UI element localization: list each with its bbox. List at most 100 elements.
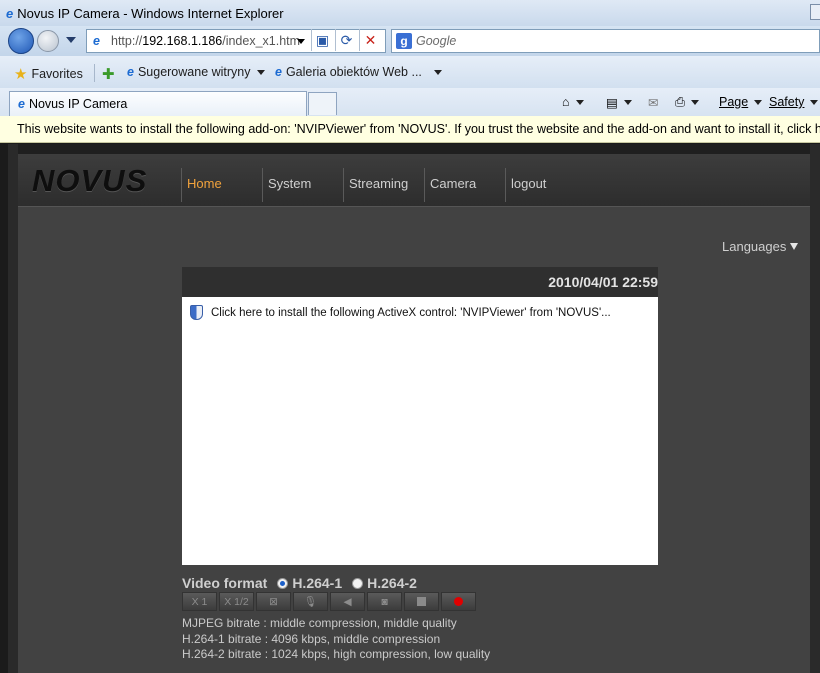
stop-icon [417,597,426,606]
chevron-down-icon [623,100,632,105]
url-scheme: http:// [111,34,143,48]
page-top-strip [8,144,820,154]
new-tab-button[interactable] [308,92,337,115]
window-control-button[interactable] [810,4,820,20]
zoom-x1-button[interactable]: X 1 [182,592,217,611]
tab-title: Novus IP Camera [28,97,128,111]
activex-install-prompt[interactable]: Click here to install the following Acti… [190,305,611,320]
video-format-label: Video format [182,575,268,591]
nav-divider [262,168,263,202]
favorite-item-suggested-sites[interactable]: e Sugerowane witryny [127,65,265,79]
stop-button[interactable]: ✕ [359,29,381,51]
google-icon: g [396,33,412,49]
address-dropdown-icon[interactable] [297,39,305,44]
ie-logo-icon: e [6,5,14,21]
favorite-label: Sugerowane witryny [137,65,251,79]
chevron-down-icon [691,100,700,105]
video-header: 2010/04/01 22:59 [182,267,658,297]
page-menu-label: Page [719,95,749,109]
shield-icon [190,305,203,320]
favorite-label: Galeria obiektów Web ... [285,65,422,79]
favorite-item-web-slice-gallery[interactable]: e Galeria obiektów Web ... [275,65,442,79]
fullscreen-icon: ⊠ [269,595,278,608]
window-titlebar: e Novus IP Camera - Windows Internet Exp… [0,0,820,26]
microphone-button[interactable]: 🎙︎ [293,592,328,611]
nav-divider [424,168,425,202]
chevron-down-icon [754,99,763,105]
record-icon [454,597,463,606]
format-label-h264-1: H.264-1 [292,575,343,591]
compatibility-view-button[interactable]: ▣ [311,29,333,51]
speaker-button[interactable]: ◀ [330,592,365,611]
languages-label: Languages [722,239,787,254]
bitrate-h264-2: H.264-2 bitrate : 1024 kbps, high compre… [182,647,491,661]
feeds-button[interactable]: ▤ [606,95,632,110]
snapshot-button[interactable]: ◙ [367,592,402,611]
tab-bar: e Novus IP Camera ⌂ ▤ ✉ ⎙ Page Safety [0,88,820,116]
safety-menu-button[interactable]: Safety [769,95,819,109]
nav-divider [181,168,182,202]
search-placeholder: Google [416,34,457,48]
ie-page-icon: e [275,65,282,79]
video-format-selector: Video format H.264-1 H.264-2 [182,575,417,591]
add-to-favorites-bar-button[interactable]: ✚ [102,65,119,83]
nav-streaming[interactable]: Streaming [349,176,408,191]
page-frame-left [8,144,18,673]
languages-dropdown[interactable]: Languages [722,239,799,254]
favorites-bar: ★ Favorites ✚ e Sugerowane witryny e Gal… [0,56,820,88]
video-controls: X 1 X 1/2 ⊠ 🎙︎ ◀ ◙ [182,592,476,611]
page-content: NOVUS Home System Streaming Camera logou… [8,144,820,673]
favorites-button[interactable]: ★ Favorites [14,65,83,83]
novus-logo: NOVUS [32,163,148,198]
information-bar[interactable]: This website wants to install the follow… [0,116,820,143]
address-toolbar: e http://192.168.1.186/index_x1.htm ▣ ⟳ … [0,26,820,56]
page-menu-button[interactable]: Page [719,95,763,109]
recent-pages-dropdown-icon[interactable] [66,37,76,43]
nav-divider [505,168,506,202]
page-icon: e [93,34,100,48]
triangle-down-icon [790,243,799,250]
safety-menu-label: Safety [769,95,805,109]
add-favorite-icon: ✚ [102,66,115,83]
site-header: NOVUS Home System Streaming Camera logou… [18,154,810,207]
refresh-button[interactable]: ⟳ [335,29,357,51]
back-button[interactable] [8,28,34,54]
nav-logout[interactable]: logout [511,176,546,191]
microphone-icon: 🎙︎ [303,596,318,608]
print-button[interactable]: ⎙ [675,95,700,110]
url-path: /index_x1.htm [222,34,301,48]
bitrate-mjpeg: MJPEG bitrate : middle compression, midd… [182,616,457,630]
video-viewer[interactable]: Click here to install the following Acti… [182,297,658,565]
record-button[interactable] [441,592,476,611]
home-button[interactable]: ⌂ [562,95,584,109]
zoom-x1-2-button[interactable]: X 1/2 [219,592,254,611]
radio-h264-1[interactable] [277,577,289,589]
camera-icon: ◙ [381,595,388,608]
nav-camera[interactable]: Camera [430,176,476,191]
nav-home[interactable]: Home [187,176,222,191]
bitrate-info: MJPEG bitrate : middle compression, midd… [182,616,490,663]
nav-system[interactable]: System [268,176,311,191]
fullscreen-button[interactable]: ⊠ [256,592,291,611]
date-time: 2010/04/01 22:59 [548,274,658,290]
tab-novus-ip-camera[interactable]: e Novus IP Camera [9,91,307,116]
forward-button[interactable] [37,30,59,52]
speaker-icon: ◀ [343,595,352,608]
url-host: 192.168.1.186 [142,34,223,48]
chevron-down-icon [575,99,584,105]
chevron-down-icon [256,69,265,75]
bitrate-h264-1: H.264-1 bitrate : 4096 kbps, middle comp… [182,631,441,646]
star-icon: ★ [14,66,28,83]
activex-prompt-text: Click here to install the following Acti… [211,306,611,319]
search-input[interactable]: g Google [391,29,820,53]
window-title: Novus IP Camera - Windows Internet Explo… [17,5,284,21]
nav-divider [343,168,344,202]
divider [94,64,95,82]
chevron-down-icon [433,69,442,75]
read-mail-button[interactable]: ✉ [648,95,658,110]
format-label-h264-2: H.264-2 [367,575,417,591]
page-frame-right [810,144,820,673]
radio-h264-2[interactable] [352,577,364,589]
stop-video-button[interactable] [404,592,439,611]
favorites-label: Favorites [31,67,83,81]
